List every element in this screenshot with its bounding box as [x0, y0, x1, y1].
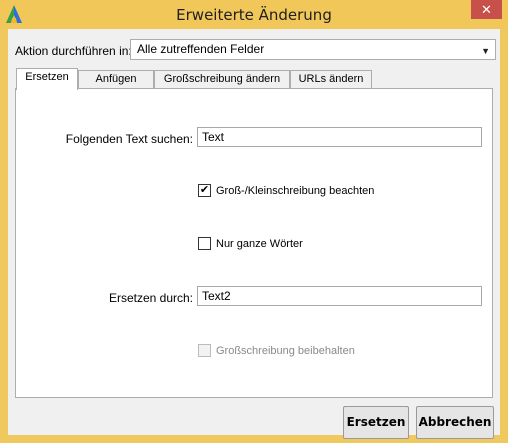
replace-input-value: Text2	[202, 289, 231, 303]
tab-ersetzen[interactable]: Ersetzen	[16, 68, 78, 90]
checkmark-icon: ✔	[199, 184, 210, 196]
action-select-value: Alle zutreffenden Felder	[137, 42, 265, 56]
tab-anfuegen[interactable]: Anfügen	[78, 70, 154, 89]
tab-panel-ersetzen: Folgenden Text suchen: Text ✔ Groß-/Klei…	[15, 88, 493, 398]
keep-case-label: Großschreibung beibehalten	[216, 345, 355, 357]
case-sensitive-checkbox[interactable]: ✔	[198, 184, 211, 197]
close-icon: ✕	[481, 2, 492, 17]
tab-grossschreibung[interactable]: Großschreibung ändern	[154, 70, 290, 89]
action-select[interactable]: Alle zutreffenden Felder ▼	[130, 39, 496, 60]
dialog-window: Erweiterte Änderung ✕ Aktion durchführen…	[0, 0, 508, 443]
find-input[interactable]: Text	[197, 127, 482, 147]
whole-words-checkbox[interactable]	[198, 237, 211, 250]
keep-case-checkbox[interactable]	[198, 344, 211, 357]
title-bar[interactable]: Erweiterte Änderung ✕	[0, 0, 508, 29]
dialog-body: Aktion durchführen in: Alle zutreffenden…	[8, 29, 500, 439]
chevron-down-icon: ▼	[481, 46, 490, 56]
whole-words-label: Nur ganze Wörter	[216, 238, 303, 250]
case-sensitive-label: Groß-/Kleinschreibung beachten	[216, 185, 375, 197]
window-title: Erweiterte Änderung	[176, 6, 332, 24]
find-label: Folgenden Text suchen:	[65, 132, 193, 146]
find-input-value: Text	[202, 130, 225, 144]
tab-urls[interactable]: URLs ändern	[290, 70, 372, 89]
replace-label: Ersetzen durch:	[108, 291, 193, 305]
action-label: Aktion durchführen in:	[15, 44, 132, 58]
cancel-button[interactable]: Abbrechen	[416, 406, 494, 439]
replace-input[interactable]: Text2	[197, 286, 482, 306]
replace-button[interactable]: Ersetzen	[343, 406, 409, 439]
close-button[interactable]: ✕	[471, 0, 502, 19]
